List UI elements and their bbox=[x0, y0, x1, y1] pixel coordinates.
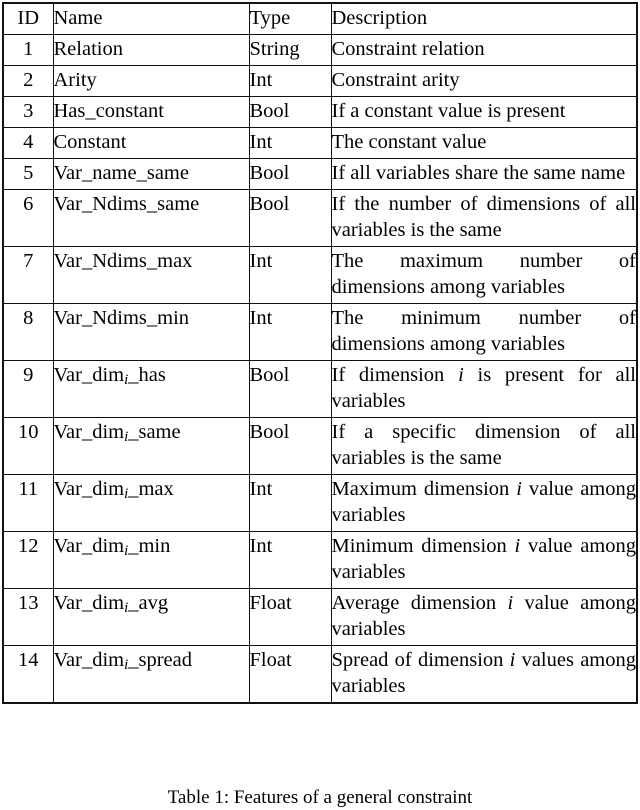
cell-name: Var_Ndims_max bbox=[52, 246, 250, 304]
features-table: ID Name Type Description 1 Relation String… bbox=[2, 2, 638, 704]
cell-description: Constraint relation bbox=[330, 34, 638, 66]
cell-type: Int bbox=[248, 474, 332, 532]
table-caption: Table 1: Features of a general constrain… bbox=[167, 787, 473, 808]
cell-type: String bbox=[248, 34, 332, 66]
cell-description: If all variables share the same name bbox=[330, 158, 638, 190]
subscript-index: i bbox=[124, 429, 129, 446]
cell-name: Relation bbox=[52, 34, 250, 66]
cell-name: Var_Ndims_same bbox=[52, 189, 250, 247]
cell-type: Bool bbox=[248, 158, 332, 190]
table-row: 5 Var_name_same Bool If all variables share… bbox=[2, 158, 638, 190]
cell-id: 11 bbox=[2, 474, 54, 532]
cell-description: If the number of dimensions of all varia… bbox=[330, 189, 638, 247]
table-row: 10 Var_dimi_same Bool If a specific dimensi… bbox=[2, 417, 638, 475]
cell-type: Bool bbox=[248, 189, 332, 247]
cell-id: 13 bbox=[2, 588, 54, 646]
inline-index-symbol: i bbox=[516, 478, 522, 500]
cell-id: 14 bbox=[2, 645, 54, 704]
cell-name: Has_constant bbox=[52, 96, 250, 128]
table-row: 11 Var_dimi_max Int Maximum dimension i val… bbox=[2, 474, 638, 532]
cell-id: 1 bbox=[2, 34, 54, 66]
cell-description: Constraint arity bbox=[330, 65, 638, 97]
cell-id: 4 bbox=[2, 127, 54, 159]
cell-type: Bool bbox=[248, 360, 332, 418]
table-row: 6 Var_Ndims_same Bool If the number of dime… bbox=[2, 189, 638, 247]
features-table-container: ID Name Type Description 1 Relation String… bbox=[2, 2, 638, 704]
cell-description: Minimum dimension i value among variable… bbox=[330, 531, 638, 589]
subscript-index: i bbox=[124, 372, 129, 389]
subscript-index: i bbox=[124, 543, 129, 560]
column-header-name: Name bbox=[52, 2, 250, 35]
cell-description: If dimension i is present for all variab… bbox=[330, 360, 638, 418]
inline-index-symbol: i bbox=[509, 649, 516, 671]
table-row: 12 Var_dimi_min Int Minimum dimension i val… bbox=[2, 531, 638, 589]
subscript-index: i bbox=[124, 600, 129, 617]
table-row: 3 Has_constant Bool If a constant value is … bbox=[2, 96, 638, 128]
table-row: 8 Var_Ndims_min Int The minimum number of d… bbox=[2, 303, 638, 361]
cell-name: Var_name_same bbox=[52, 158, 250, 190]
cell-type: Int bbox=[248, 65, 332, 97]
cell-type: Int bbox=[248, 531, 332, 589]
cell-id: 8 bbox=[2, 303, 54, 361]
table-row: 4 Constant Int The constant value bbox=[2, 127, 638, 159]
cell-description: The constant value bbox=[330, 127, 638, 159]
features-table-body: ID Name Type Description 1 Relation String… bbox=[2, 2, 638, 704]
cell-type: Int bbox=[248, 303, 332, 361]
cell-name: Arity bbox=[52, 65, 250, 97]
cell-name: Var_dimi_same bbox=[52, 417, 250, 475]
cell-description: The minimum number of dimensions among v… bbox=[330, 303, 638, 361]
cell-description: The maximum number of dimensions among v… bbox=[330, 246, 638, 304]
table-row: 7 Var_Ndims_max Int The maximum number of d… bbox=[2, 246, 638, 304]
inline-index-symbol: i bbox=[514, 535, 521, 557]
cell-name: Var_Ndims_min bbox=[52, 303, 250, 361]
subscript-index: i bbox=[124, 657, 129, 674]
cell-name: Var_dimi_min bbox=[52, 531, 250, 589]
column-header-id: ID bbox=[2, 2, 54, 35]
table-row: 2 Arity Int Constraint arity bbox=[2, 65, 638, 97]
cell-id: 12 bbox=[2, 531, 54, 589]
inline-index-symbol: i bbox=[458, 364, 464, 386]
cell-name: Var_dimi_spread bbox=[52, 645, 250, 704]
cell-description: Maximum dimension i value among variable… bbox=[330, 474, 638, 532]
cell-name: Constant bbox=[52, 127, 250, 159]
cell-id: 6 bbox=[2, 189, 54, 247]
cell-description: If a constant value is present bbox=[330, 96, 638, 128]
cell-description: If a specific dimension of all variables… bbox=[330, 417, 638, 475]
cell-id: 3 bbox=[2, 96, 54, 128]
cell-type: Float bbox=[248, 645, 332, 704]
cell-type: Float bbox=[248, 588, 332, 646]
table-row: 14 Var_dimi_spread Float Spread of dimensio… bbox=[2, 645, 638, 704]
cell-type: Int bbox=[248, 127, 332, 159]
cell-id: 5 bbox=[2, 158, 54, 190]
cell-type: Bool bbox=[248, 417, 332, 475]
column-header-description: Description bbox=[330, 2, 638, 35]
column-header-type: Type bbox=[248, 2, 332, 35]
cell-id: 9 bbox=[2, 360, 54, 418]
cell-name: Var_dimi_max bbox=[52, 474, 250, 532]
cell-name: Var_dimi_avg bbox=[52, 588, 250, 646]
cell-id: 10 bbox=[2, 417, 54, 475]
inline-index-symbol: i bbox=[507, 592, 514, 614]
cell-type: Int bbox=[248, 246, 332, 304]
cell-description: Spread of dimension i val­ues among vari… bbox=[330, 645, 638, 704]
cell-type: Bool bbox=[248, 96, 332, 128]
table-row: 9 Var_dimi_has Bool If dimension i is prese… bbox=[2, 360, 638, 418]
table-row: 1 Relation String Constraint relation bbox=[2, 34, 638, 66]
cell-id: 7 bbox=[2, 246, 54, 304]
cell-id: 2 bbox=[2, 65, 54, 97]
table-row: 13 Var_dimi_avg Float Average dimension i v… bbox=[2, 588, 638, 646]
cell-description: Average dimension i value among variable… bbox=[330, 588, 638, 646]
paper-table-figure: ID Name Type Description 1 Relation String… bbox=[0, 0, 640, 808]
subscript-index: i bbox=[124, 486, 129, 503]
cell-name: Var_dimi_has bbox=[52, 360, 250, 418]
table-header-row: ID Name Type Description bbox=[2, 2, 638, 35]
